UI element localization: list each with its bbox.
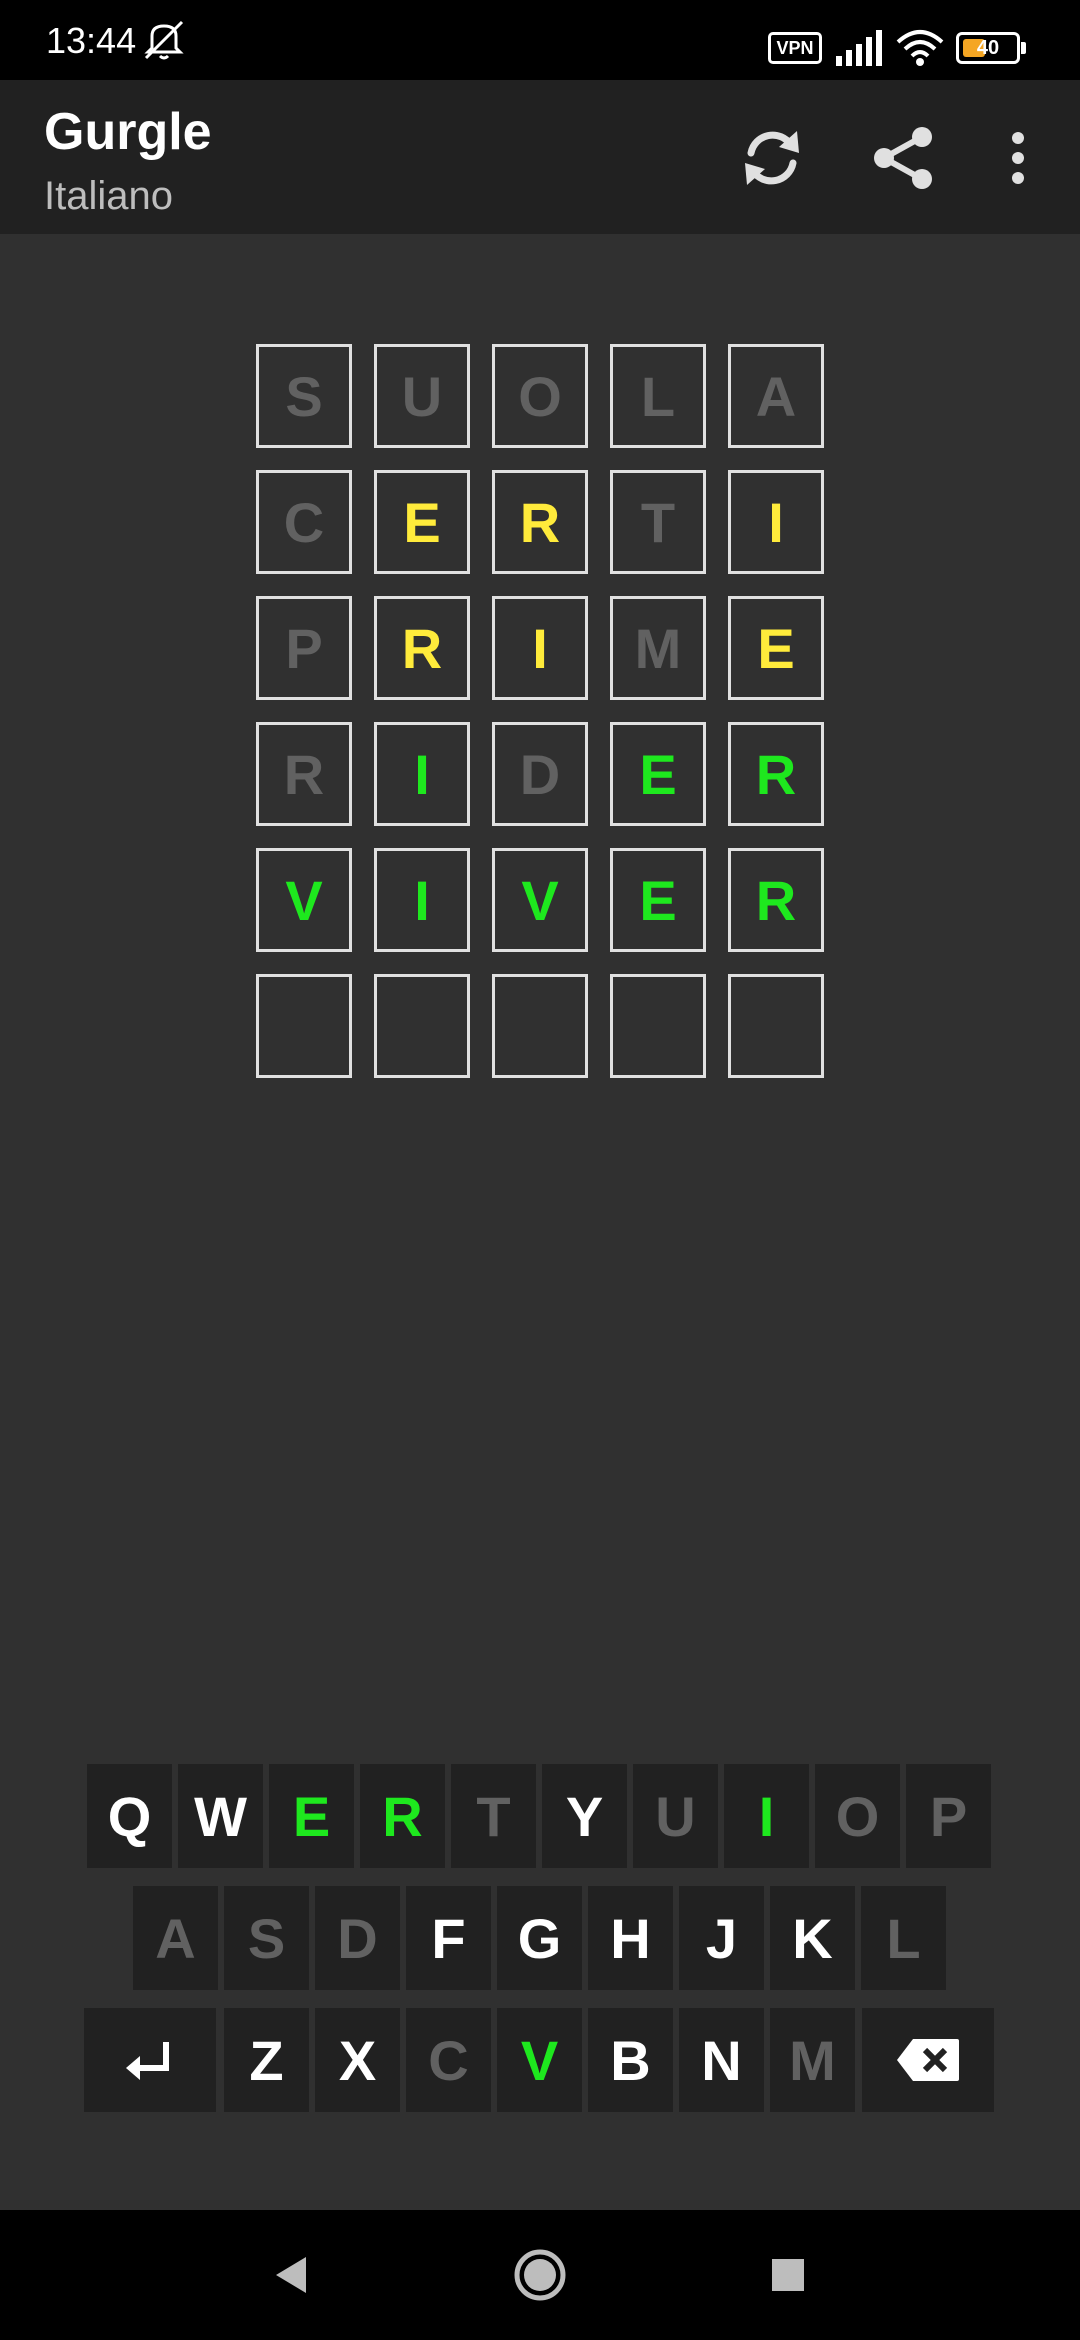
key-p[interactable]: P	[906, 1764, 991, 1868]
app-title: Gurgle	[44, 103, 212, 161]
key-k[interactable]: K	[770, 1886, 855, 1990]
board-tile: I	[374, 848, 470, 952]
refresh-button[interactable]	[722, 108, 822, 208]
key-o[interactable]: O	[815, 1764, 900, 1868]
key-i[interactable]: I	[724, 1764, 809, 1868]
app-subtitle: Italiano	[44, 174, 173, 218]
back-button[interactable]	[250, 2240, 330, 2310]
more-vert-icon	[1012, 132, 1024, 184]
board-tile-empty	[610, 974, 706, 1078]
board-tile: V	[492, 848, 588, 952]
enter-key[interactable]	[84, 2008, 216, 2112]
home-icon	[514, 2249, 566, 2301]
more-options-button[interactable]	[968, 108, 1068, 208]
recents-button[interactable]	[748, 2240, 828, 2310]
key-c[interactable]: C	[406, 2008, 491, 2112]
app-bar: Gurgle Italiano	[0, 80, 1080, 234]
key-q[interactable]: Q	[87, 1764, 172, 1868]
key-h[interactable]: H	[588, 1886, 673, 1990]
board-tile: D	[492, 722, 588, 826]
board-tile-empty	[374, 974, 470, 1078]
key-j[interactable]: J	[679, 1886, 764, 1990]
key-d[interactable]: D	[315, 1886, 400, 1990]
board-tile: M	[610, 596, 706, 700]
board-tile: S	[256, 344, 352, 448]
board-tile: R	[728, 722, 824, 826]
vpn-badge: VPN	[768, 32, 822, 64]
board-tile: I	[728, 470, 824, 574]
status-bar: 13:44 VPN 40	[0, 0, 1080, 80]
key-w[interactable]: W	[178, 1764, 263, 1868]
backspace-key[interactable]	[862, 2008, 994, 2112]
board-tile: O	[492, 344, 588, 448]
board-tile: E	[610, 848, 706, 952]
key-t[interactable]: T	[451, 1764, 536, 1868]
board-tile: I	[374, 722, 470, 826]
enter-icon	[126, 2042, 169, 2080]
board-tile: I	[492, 596, 588, 700]
signal-icon	[836, 30, 882, 66]
key-b[interactable]: B	[588, 2008, 673, 2112]
key-r[interactable]: R	[360, 1764, 445, 1868]
key-z[interactable]: Z	[224, 2008, 309, 2112]
share-icon	[874, 127, 932, 189]
guess-board: SUOLACERTIPRIMERIDERVIVER	[256, 344, 824, 1078]
key-s[interactable]: S	[224, 1886, 309, 1990]
battery-level: 40	[976, 37, 1000, 59]
key-v[interactable]: V	[497, 2008, 582, 2112]
key-g[interactable]: G	[497, 1886, 582, 1990]
board-tile: R	[728, 848, 824, 952]
share-button[interactable]	[853, 108, 953, 208]
board-tile: R	[256, 722, 352, 826]
recents-icon	[772, 2259, 804, 2291]
battery-tip	[1021, 42, 1026, 54]
key-f[interactable]: F	[406, 1886, 491, 1990]
key-l[interactable]: L	[861, 1886, 946, 1990]
back-icon	[276, 2257, 306, 2293]
board-tile: P	[256, 596, 352, 700]
board-tile: E	[610, 722, 706, 826]
board-tile: T	[610, 470, 706, 574]
board-tile: C	[256, 470, 352, 574]
backspace-icon	[897, 2039, 959, 2081]
key-m[interactable]: M	[770, 2008, 855, 2112]
board-tile: R	[492, 470, 588, 574]
board-tile: E	[374, 470, 470, 574]
board-tile-empty	[492, 974, 588, 1078]
board-tile: L	[610, 344, 706, 448]
key-e[interactable]: E	[269, 1764, 354, 1868]
mute-icon	[144, 20, 184, 60]
board-tile-empty	[728, 974, 824, 1078]
key-x[interactable]: X	[315, 2008, 400, 2112]
navigation-bar	[0, 2210, 1080, 2340]
wifi-icon	[896, 30, 944, 66]
board-tile-empty	[256, 974, 352, 1078]
board-tile: A	[728, 344, 824, 448]
refresh-icon	[745, 131, 799, 185]
status-time: 13:44	[46, 20, 137, 61]
keyboard: QWERTYUIOP ASDFGHJKL ZXCVBNM	[0, 1764, 1080, 2114]
battery-icon: 40	[956, 32, 1026, 64]
board-tile: R	[374, 596, 470, 700]
board-tile: U	[374, 344, 470, 448]
key-n[interactable]: N	[679, 2008, 764, 2112]
home-button[interactable]	[500, 2240, 580, 2310]
board-tile: V	[256, 848, 352, 952]
key-a[interactable]: A	[133, 1886, 218, 1990]
board-tile: E	[728, 596, 824, 700]
key-y[interactable]: Y	[542, 1764, 627, 1868]
key-u[interactable]: U	[633, 1764, 718, 1868]
